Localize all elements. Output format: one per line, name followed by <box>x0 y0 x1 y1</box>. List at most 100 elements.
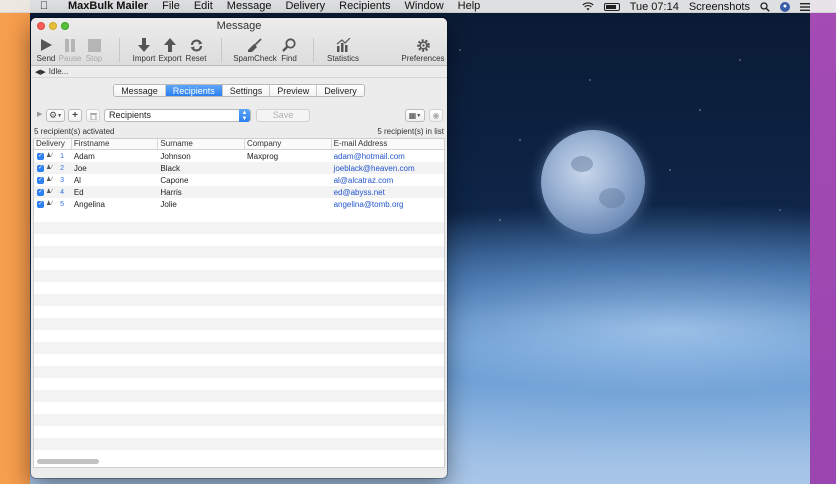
surname-cell[interactable]: Jolie <box>158 200 245 209</box>
empty-table-row <box>34 222 444 234</box>
personalize-icon[interactable]: ♟⁄ <box>46 176 55 184</box>
status-bar: ◀▶ Idle... <box>31 66 447 78</box>
preferences-button[interactable]: Preferences <box>401 36 445 63</box>
delivery-checkbox[interactable]: ✓ <box>37 164 44 172</box>
menu-window[interactable]: Window <box>405 0 444 12</box>
delivery-cell: ✓ ♟⁄ 2 <box>34 164 72 172</box>
wallpaper-moon <box>541 130 645 234</box>
firstname-cell[interactable]: Joe <box>72 164 159 173</box>
surname-cell[interactable]: Capone <box>158 176 245 185</box>
recipients-table: Delivery Firstname Surname Company E-mai… <box>33 138 445 468</box>
menu-file[interactable]: File <box>162 0 180 12</box>
row-number: 1 <box>60 152 64 160</box>
battery-icon[interactable] <box>603 2 620 11</box>
trash-icon <box>89 112 97 120</box>
reset-button[interactable]: Reset <box>181 36 211 63</box>
disclosure-triangle-icon[interactable]: ▶ <box>37 110 42 118</box>
horizontal-scrollbar[interactable] <box>37 459 99 464</box>
menu-edit[interactable]: Edit <box>194 0 213 12</box>
email-cell[interactable]: ed@abyss.net <box>332 188 444 197</box>
tab-settings[interactable]: Settings <box>222 85 271 96</box>
tab-delivery[interactable]: Delivery <box>317 85 364 96</box>
menubar-screenshots[interactable]: Screenshots <box>689 1 750 13</box>
column-header-company[interactable]: Company <box>245 139 332 149</box>
table-row[interactable]: ✓ ♟⁄ 3 Al Capone al@alcatraz.com <box>34 174 444 186</box>
row-number: 4 <box>60 188 64 196</box>
column-header-delivery[interactable]: Delivery <box>34 139 72 149</box>
notification-center-icon[interactable] <box>800 2 810 11</box>
menu-app-name[interactable]: MaxBulk Mailer <box>68 0 148 12</box>
main-toolbar: Send Pause Stop Import Export Reset Spam… <box>31 34 447 66</box>
empty-table-row <box>34 258 444 270</box>
column-header-firstname[interactable]: Firstname <box>72 139 159 149</box>
menu-delivery[interactable]: Delivery <box>285 0 325 12</box>
reset-arrows-icon <box>190 38 202 52</box>
email-cell[interactable]: angelina@tomb.org <box>332 200 444 209</box>
action-menu-button[interactable]: ⚙ ▼ <box>46 109 65 122</box>
spamcheck-button[interactable]: SpamCheck <box>233 36 277 63</box>
broom-icon <box>248 37 262 52</box>
statistics-button[interactable]: Statistics <box>323 36 363 63</box>
delivery-checkbox[interactable]: ✓ <box>37 152 44 160</box>
apple-icon[interactable]:  <box>34 0 54 12</box>
firstname-cell[interactable]: Adam <box>72 152 159 161</box>
email-cell[interactable]: al@alcatraz.com <box>332 176 444 185</box>
surname-cell[interactable]: Black <box>158 164 245 173</box>
user-account-icon[interactable]: ● <box>780 1 790 12</box>
column-header-email[interactable]: E-mail Address <box>332 139 444 149</box>
toolbar-separator <box>119 38 120 62</box>
table-row[interactable]: ✓ ♟⁄ 4 Ed Harris ed@abyss.net <box>34 186 444 198</box>
menu-help[interactable]: Help <box>458 0 481 12</box>
empty-table-row <box>34 282 444 294</box>
menu-message[interactable]: Message <box>227 0 272 12</box>
personalize-icon[interactable]: ♟⁄ <box>46 164 55 172</box>
email-cell[interactable]: adam@hotmail.com <box>332 152 444 161</box>
statistics-label: Statistics <box>326 54 359 63</box>
spotlight-search-icon[interactable] <box>760 1 770 12</box>
tab-recipients[interactable]: Recipients <box>165 85 223 96</box>
wifi-icon[interactable] <box>582 2 594 11</box>
empty-table-row <box>34 378 444 390</box>
surname-cell[interactable]: Harris <box>158 188 245 197</box>
table-body: ✓ ♟⁄ 1 Adam Johnson Maxprog adam@hotmail.c… <box>34 150 444 210</box>
tab-message[interactable]: Message <box>114 85 166 96</box>
columns-menu-button[interactable]: ▦ ▼ <box>405 109 425 122</box>
menubar-status-area: Tue 07:14 Screenshots ● <box>582 0 810 13</box>
personalize-icon[interactable]: ♟⁄ <box>46 152 55 160</box>
menu-recipients[interactable]: Recipients <box>339 0 390 12</box>
stop-button[interactable]: Stop <box>79 36 109 63</box>
firstname-cell[interactable]: Al <box>72 176 159 185</box>
window-titlebar: Message Send Pause Stop Import Export Re… <box>31 18 447 66</box>
table-row[interactable]: ✓ ♟⁄ 1 Adam Johnson Maxprog adam@hotmail.c… <box>34 150 444 162</box>
status-text: Idle... <box>48 67 69 76</box>
company-cell[interactable]: Maxprog <box>245 152 332 161</box>
chevron-down-icon: ▼ <box>416 112 422 119</box>
table-row[interactable]: ✓ ♟⁄ 5 Angelina Jolie angelina@tomb.org <box>34 198 444 210</box>
find-button[interactable]: Find <box>274 36 304 63</box>
save-button[interactable]: Save <box>256 109 310 122</box>
tab-bar: Message Recipients Settings Preview Deli… <box>31 78 447 98</box>
status-arrows-icon: ◀▶ <box>35 68 46 76</box>
play-icon <box>41 39 52 51</box>
firstname-cell[interactable]: Angelina <box>72 200 159 209</box>
personalize-icon[interactable]: ♟⁄ <box>46 200 55 208</box>
firstname-cell[interactable]: Ed <box>72 188 159 197</box>
column-header-surname[interactable]: Surname <box>158 139 245 149</box>
recipients-list-popup[interactable]: Recipients ▲ ▼ <box>104 109 251 122</box>
menubar-clock[interactable]: Tue 07:14 <box>630 1 679 13</box>
surname-cell[interactable]: Johnson <box>158 152 245 161</box>
preview-recipient-button[interactable]: ◉ <box>429 109 443 122</box>
add-recipient-button[interactable]: + <box>68 109 82 122</box>
arrow-up-icon <box>164 38 176 52</box>
personalize-icon[interactable]: ♟⁄ <box>46 188 55 196</box>
empty-table-row <box>34 306 444 318</box>
delivery-checkbox[interactable]: ✓ <box>37 188 44 196</box>
tab-preview[interactable]: Preview <box>270 85 318 96</box>
table-row[interactable]: ✓ ♟⁄ 2 Joe Black joeblack@heaven.com <box>34 162 444 174</box>
delivery-checkbox[interactable]: ✓ <box>37 200 44 208</box>
email-cell[interactable]: joeblack@heaven.com <box>332 164 444 173</box>
empty-table-row <box>34 330 444 342</box>
delivery-checkbox[interactable]: ✓ <box>37 176 44 184</box>
delete-recipient-button[interactable] <box>86 109 100 122</box>
segmented-tabs: Message Recipients Settings Preview Deli… <box>113 84 365 97</box>
